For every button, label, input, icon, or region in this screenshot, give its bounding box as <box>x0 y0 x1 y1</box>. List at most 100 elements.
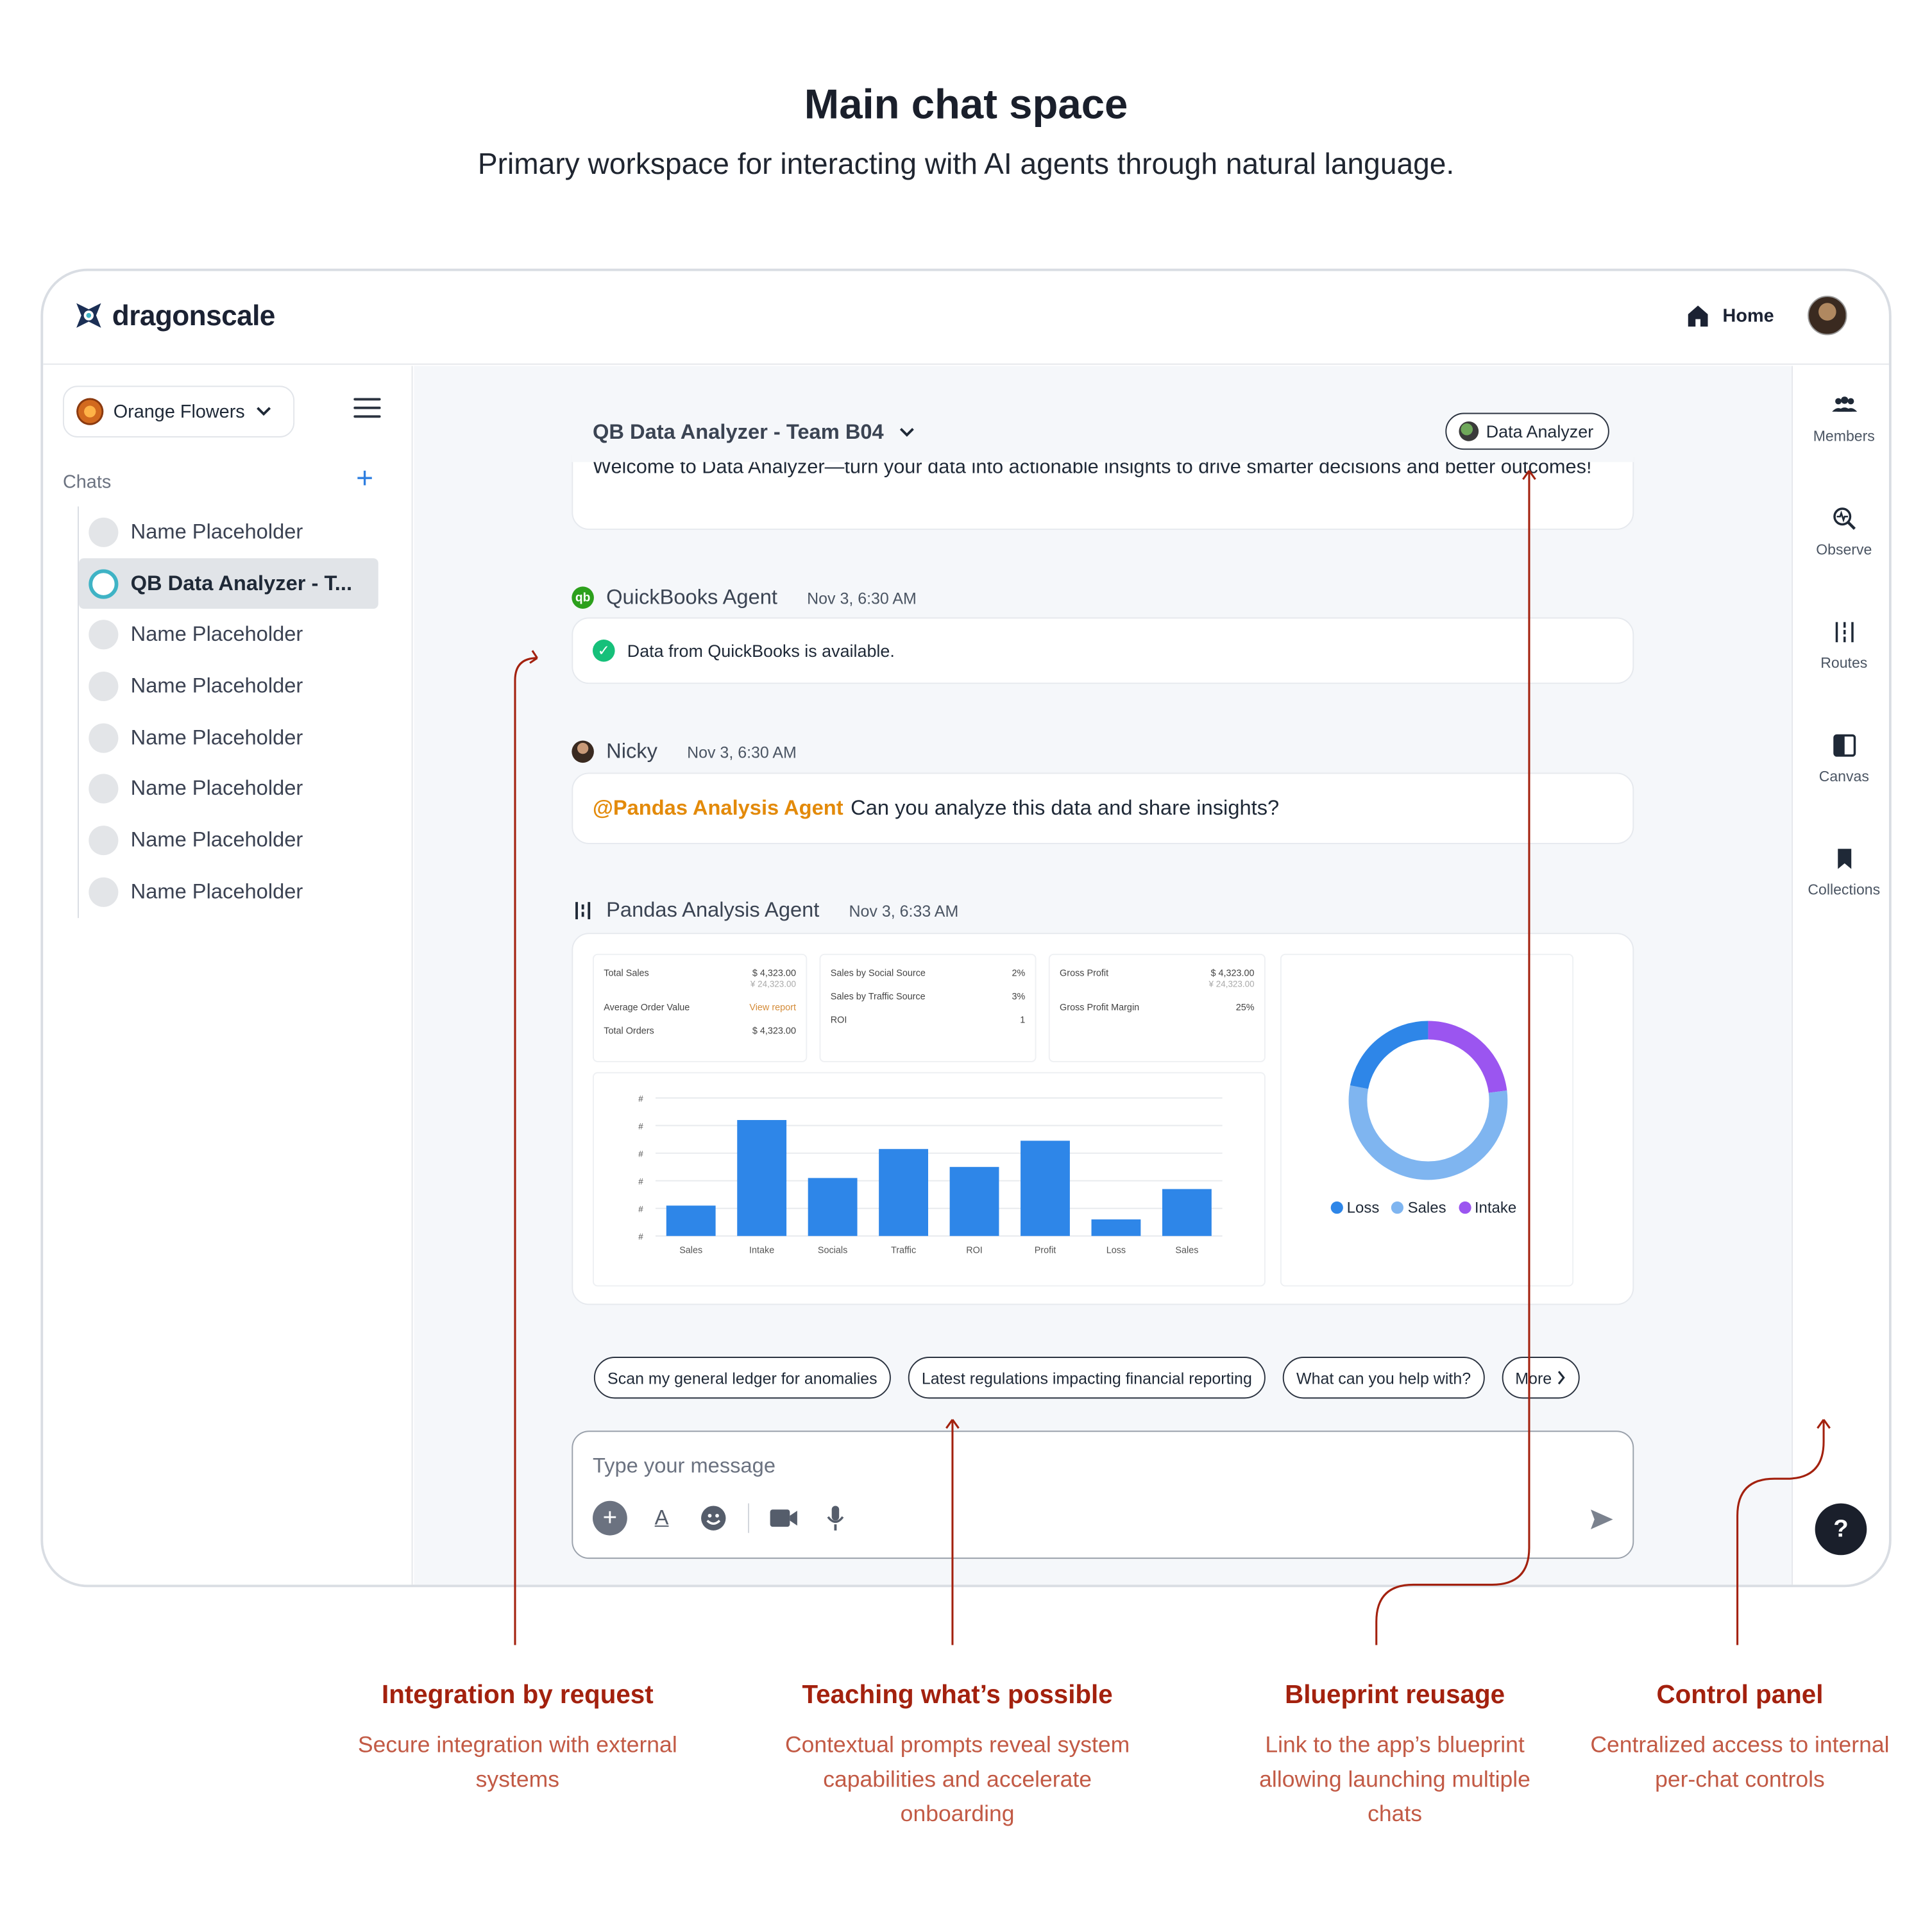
chat-list-item[interactable]: Name Placeholder <box>79 815 378 866</box>
view-report-link[interactable]: View report <box>749 1002 796 1013</box>
chat-avatar <box>89 671 119 701</box>
more-label: More <box>1515 1368 1552 1388</box>
dragon-logo-icon <box>76 303 101 328</box>
bookmark-icon <box>1837 849 1851 869</box>
conversation-title: QB Data Analyzer - Team B04 <box>593 420 884 444</box>
message-time: Nov 3, 6:30 AM <box>807 588 917 607</box>
kpi-value: 3% <box>1012 990 1026 1002</box>
control-panel-rail: Members Observe Routes Canvas Collection… <box>1792 366 1889 1585</box>
kpi-label: Average Order Value <box>604 1001 690 1014</box>
message-composer[interactable]: Type your message + A <box>572 1430 1634 1559</box>
annotation-desc: Secure integration with external systems <box>357 1731 677 1792</box>
chat-label: Name Placeholder <box>130 520 303 543</box>
chat-list-item[interactable]: Name Placeholder <box>79 866 378 917</box>
chat-label: Name Placeholder <box>130 725 303 749</box>
menu-icon[interactable] <box>353 398 381 420</box>
emoji-icon[interactable] <box>696 1501 731 1536</box>
x-tick-label: Profit <box>1035 1246 1056 1256</box>
message-header: qb QuickBooks Agent Nov 3, 6:30 AM <box>572 585 917 609</box>
bar <box>1091 1219 1141 1236</box>
blueprint-agent-pill[interactable]: Data Analyzer <box>1445 412 1610 450</box>
bar <box>1021 1141 1070 1236</box>
agent-mention[interactable]: @Pandas Analysis Agent <box>593 796 843 820</box>
rail-canvas[interactable]: Canvas <box>1793 733 1889 785</box>
user-avatar[interactable] <box>1808 296 1847 335</box>
suggestion-chip[interactable]: Scan my general ledger for anomalies <box>593 1357 891 1399</box>
chat-label: Name Placeholder <box>130 776 303 801</box>
x-tick-label: Sales <box>679 1246 702 1256</box>
chat-list-item[interactable]: Name Placeholder <box>79 609 378 661</box>
observe-icon <box>1833 507 1856 530</box>
brand-logo[interactable]: dragonscale <box>72 298 275 333</box>
home-link[interactable]: Home <box>1686 303 1774 328</box>
check-icon: ✓ <box>593 639 615 662</box>
message-header: Nicky Nov 3, 6:30 AM <box>572 739 797 764</box>
annotation: Blueprint reusage Link to the app’s blue… <box>1235 1681 1555 1831</box>
legend-label: Sales <box>1407 1199 1446 1217</box>
chat-label: QB Data Analyzer - T... <box>130 571 353 595</box>
chat-label: Name Placeholder <box>130 674 303 698</box>
message-input[interactable]: Type your message <box>593 1454 775 1479</box>
x-tick-label: Sales <box>1175 1246 1198 1256</box>
x-tick-label: Loss <box>1106 1246 1126 1256</box>
chat-list-item[interactable]: Name Placeholder <box>79 507 378 558</box>
bar <box>808 1178 858 1236</box>
message-author: Nicky <box>606 739 657 763</box>
suggestion-chip[interactable]: What can you help with? <box>1282 1357 1485 1399</box>
message-text: Data from QuickBooks is available. <box>627 640 895 661</box>
x-tick-label: Traffic <box>891 1246 916 1256</box>
workspace-switcher[interactable]: Orange Flowers <box>62 386 295 437</box>
workspace-name: Orange Flowers <box>113 401 245 422</box>
message-author: Pandas Analysis Agent <box>606 898 820 922</box>
donut-chart <box>1348 1021 1508 1180</box>
suggestion-chips: Scan my general ledger for anomalies Lat… <box>593 1357 1580 1399</box>
legend-item: Sales <box>1391 1199 1446 1217</box>
chat-list-item[interactable]: Name Placeholder <box>79 661 378 712</box>
chat-avatar <box>89 568 119 598</box>
chat-list-item[interactable]: Name Placeholder <box>79 763 378 815</box>
rail-routes[interactable]: Routes <box>1793 620 1889 672</box>
kpi-value: 1 <box>1020 1014 1026 1026</box>
message-time: Nov 3, 6:33 AM <box>849 901 959 921</box>
message-header: Pandas Analysis Agent Nov 3, 6:33 AM <box>572 898 958 922</box>
text-format-icon[interactable]: A <box>645 1501 679 1536</box>
more-suggestions-button[interactable]: More <box>1502 1357 1580 1399</box>
home-label: Home <box>1722 305 1774 327</box>
conversation-title-dropdown[interactable]: QB Data Analyzer - Team B04 <box>593 420 916 445</box>
legend-item: Loss <box>1330 1199 1379 1216</box>
kpi-value: $ 4,323.00 <box>752 967 796 979</box>
message-time: Nov 3, 6:30 AM <box>687 742 797 761</box>
canvas-icon <box>1833 734 1856 757</box>
x-tick-label: Intake <box>749 1246 774 1256</box>
chat-list-item-active[interactable]: QB Data Analyzer - T... <box>78 557 378 609</box>
chevron-right-icon <box>1557 1371 1565 1385</box>
rail-observe[interactable]: Observe <box>1793 507 1889 558</box>
chevron-down-icon <box>256 407 271 416</box>
send-icon[interactable] <box>1588 1506 1615 1532</box>
chat-avatar <box>89 826 119 856</box>
y-tick-label: # <box>638 1204 643 1214</box>
rail-collections[interactable]: Collections <box>1793 847 1889 899</box>
message-bubble: @Pandas Analysis Agent Can you analyze t… <box>572 772 1634 844</box>
brand-name: dragonscale <box>112 298 276 331</box>
bar <box>666 1205 716 1236</box>
toolbar-divider <box>748 1503 749 1533</box>
chat-list-item[interactable]: Name Placeholder <box>79 712 378 763</box>
video-icon[interactable] <box>767 1501 801 1536</box>
suggestion-chip[interactable]: Latest regulations impacting financial r… <box>908 1357 1266 1399</box>
add-attachment-icon[interactable]: + <box>593 1500 627 1536</box>
annotation-title: Blueprint reusage <box>1285 1681 1505 1710</box>
analysis-dashboard: Total Sales $ 4,323.00 ¥ 24,323.00 Average… <box>572 933 1634 1305</box>
kpi-label: Total Orders <box>604 1025 654 1037</box>
rail-members[interactable]: Members <box>1793 393 1889 445</box>
rail-label: Routes <box>1820 654 1868 672</box>
microphone-icon[interactable] <box>818 1501 853 1536</box>
pandas-icon <box>575 902 591 920</box>
kpi-subvalue: ¥ 24,323.00 <box>1208 981 1255 990</box>
message-author: QuickBooks Agent <box>606 585 778 609</box>
chat-avatar <box>89 774 119 804</box>
new-chat-plus-icon[interactable]: + <box>356 464 373 493</box>
rail-label: Collections <box>1808 881 1881 899</box>
chat-avatar <box>89 517 119 547</box>
help-button[interactable]: ? <box>1815 1503 1867 1556</box>
